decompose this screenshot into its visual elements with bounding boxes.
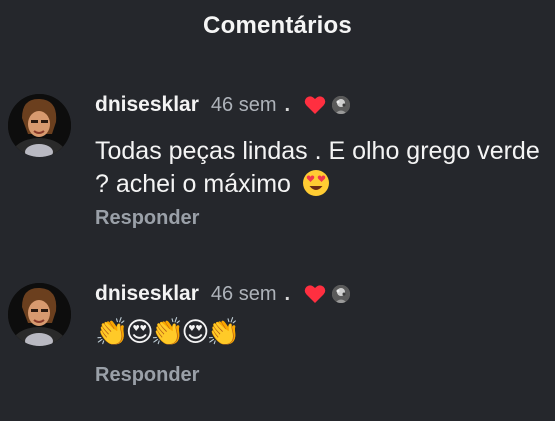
username-link[interactable]: dnisesklar: [95, 93, 199, 117]
page-title: Comentários: [203, 12, 352, 39]
comment-header: dnisesklar 46 sem .: [95, 279, 351, 309]
comment-text: Todas peças lindas . E olho grego verde …: [95, 135, 545, 201]
username-link[interactable]: dnisesklar: [95, 282, 199, 306]
comments-panel: Comentários dnisesklar 46 sem . Todas pe…: [0, 0, 555, 421]
author-avatar-icon: [332, 96, 351, 114]
avatar[interactable]: [8, 94, 71, 157]
avatar[interactable]: [8, 283, 71, 346]
heart-eyes-emoji-icon: [302, 169, 330, 197]
comment-header: dnisesklar 46 sem .: [95, 90, 351, 120]
heart-icon[interactable]: [304, 284, 326, 304]
reply-button[interactable]: Responder: [95, 364, 199, 387]
author-avatar-icon: [332, 285, 351, 303]
comment-timestamp[interactable]: 46 sem: [211, 94, 277, 117]
comment-emoji-text: 👏😍👏😍👏: [95, 317, 240, 347]
separator-dot: .: [284, 282, 291, 305]
reply-button[interactable]: Responder: [95, 207, 199, 230]
separator-dot: .: [284, 93, 291, 116]
comment-timestamp[interactable]: 46 sem: [211, 283, 277, 306]
comment-text: 👏😍👏😍👏: [95, 316, 545, 349]
heart-icon[interactable]: [304, 95, 326, 115]
